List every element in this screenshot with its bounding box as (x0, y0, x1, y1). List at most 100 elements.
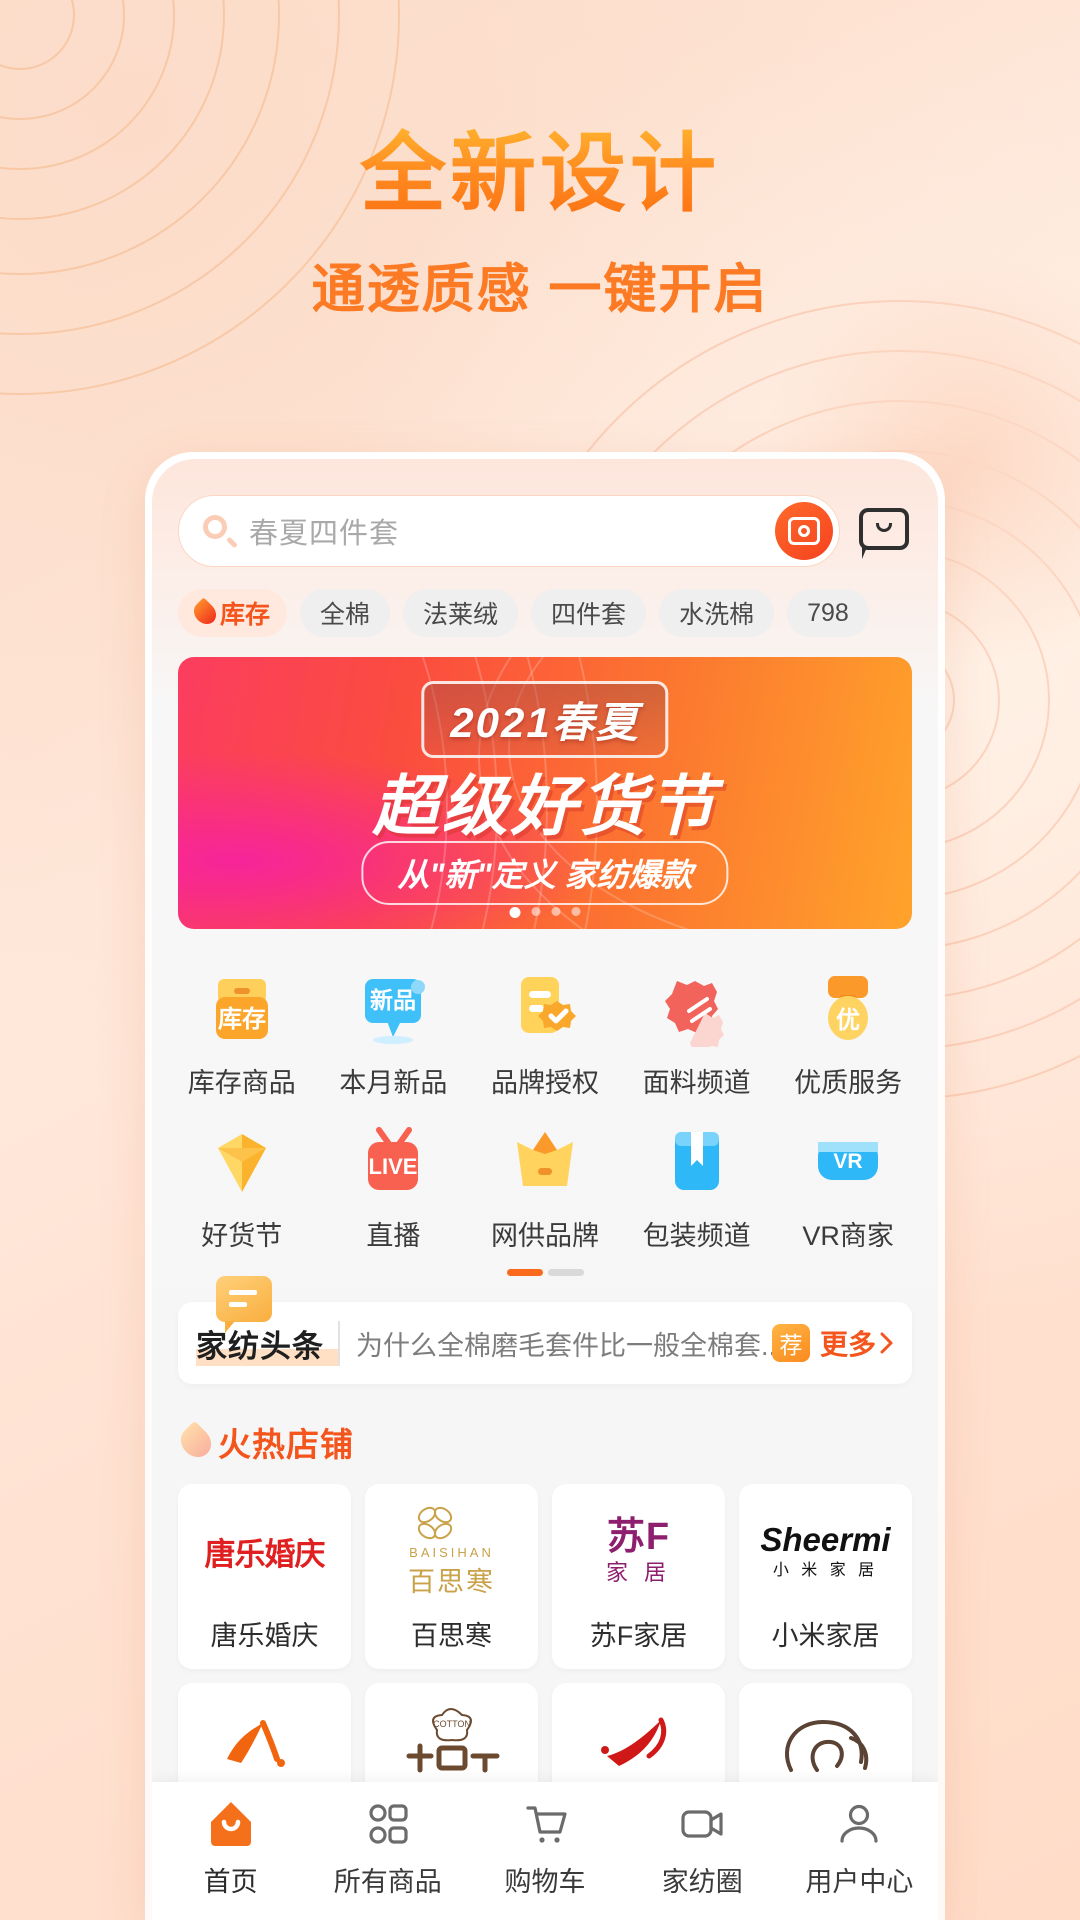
tab-shopping-cart[interactable]: 购物车 (466, 1798, 623, 1899)
app-screen: 春夏四件套 库存 全棉 法莱绒 四件套 水洗棉 798 2021春夏 超级好货节… (152, 459, 938, 1920)
category-vr-merchant[interactable]: VR VR商家 (772, 1110, 924, 1263)
svg-text:库存: 库存 (218, 1006, 266, 1033)
chip-stock[interactable]: 库存 (178, 589, 288, 637)
svg-text:新品: 新品 (370, 987, 416, 1013)
category-label: 直播 (366, 1221, 421, 1251)
category-brand-authorization[interactable]: 品牌授权 (469, 957, 621, 1110)
phone-mockup: 春夏四件套 库存 全棉 法莱绒 四件套 水洗棉 798 2021春夏 超级好货节… (145, 452, 945, 1920)
tab-label: 首页 (203, 1867, 258, 1897)
shop-logo-text: Sheermi (760, 1521, 891, 1558)
news-headline[interactable]: 为什么全棉磨毛套件比一般全棉套... (340, 1324, 772, 1363)
news-bar[interactable]: 家纺头条 为什么全棉磨毛套件比一般全棉套... 荐 更多 (178, 1276, 912, 1384)
live-tv-icon: LIVE (355, 1124, 431, 1200)
shop-logo: 苏F 家 居 (558, 1498, 719, 1604)
chevron-right-icon (880, 1332, 893, 1354)
category-label: 好货节 (201, 1221, 283, 1251)
shopping-cart-icon (519, 1798, 571, 1850)
tab-label: 家纺圈 (661, 1867, 743, 1897)
shop-logo-red (600, 1717, 666, 1766)
search-placeholder: 春夏四件套 (249, 518, 400, 550)
tab-label: 用户中心 (805, 1867, 914, 1897)
shop-card[interactable]: Sheermi 小 米 家 居 小米家居 (739, 1484, 912, 1669)
news-more-label: 更多 (819, 1329, 876, 1360)
camera-icon[interactable] (775, 502, 833, 560)
category-label: VR商家 (802, 1221, 894, 1251)
filter-chips: 库存 全棉 法莱绒 四件套 水洗棉 798 (152, 567, 938, 637)
tab-home[interactable]: 首页 (152, 1798, 309, 1899)
hot-shops-row-1: 唐乐婚庆 唐乐婚庆 BAISIHAN 百思寒 百思寒 苏F 家 居 苏F家居 S… (152, 1466, 938, 1669)
category-label: 品牌授权 (490, 1068, 599, 1098)
shop-logo-sub: 家 居 (605, 1560, 672, 1585)
tab-label: 购物车 (504, 1867, 586, 1897)
shop-logo: BAISIHAN 百思寒 (371, 1498, 532, 1604)
category-fabric-channel[interactable]: 面料频道 (621, 957, 773, 1110)
grid-apps-icon (362, 1798, 414, 1850)
shop-logo-text: 百思寒 (408, 1567, 495, 1597)
promo-headline: 全新设计 通透质感 一键开启 (0, 128, 1080, 323)
category-grid-row-2: 好货节 LIVE 直播 网供品牌 包装频道 VR VR商家 (166, 1110, 924, 1263)
chip-flannel[interactable]: 法莱绒 (403, 589, 519, 637)
gem-diamond-icon (204, 1124, 280, 1200)
banner-headline: 超级好货节 (372, 769, 718, 843)
news-recommend-badge: 荐 (771, 1324, 810, 1362)
video-camera-icon (676, 1798, 728, 1850)
shop-logo-brown (785, 1719, 869, 1772)
category-quality-service[interactable]: 优 优质服务 (772, 957, 924, 1110)
category-label: 面料频道 (642, 1068, 751, 1098)
chip-798[interactable]: 798 (787, 589, 869, 637)
shop-logo-cotton: COTTON (406, 1708, 499, 1773)
search-row: 春夏四件套 (152, 459, 938, 567)
shop-card[interactable]: BAISIHAN 百思寒 百思寒 (365, 1484, 538, 1669)
promo-banner[interactable]: 2021春夏 超级好货节 从"新"定义 家纺爆款 (178, 657, 912, 929)
quality-medal-icon: 优 (810, 971, 886, 1047)
category-label: 库存商品 (187, 1068, 296, 1098)
banner-dot[interactable] (551, 907, 561, 916)
svg-text:VR: VR (834, 1150, 863, 1173)
grid-page-indicator (166, 1269, 924, 1276)
shop-emblem-icon (417, 1506, 453, 1540)
search-input[interactable]: 春夏四件套 (178, 495, 840, 567)
banner-dots[interactable] (509, 907, 581, 918)
banner-dot[interactable] (531, 907, 541, 916)
shop-logo-text: 唐乐婚庆 (204, 1536, 326, 1572)
shop-logo-orange (226, 1720, 285, 1767)
news-more-button[interactable]: 更多 (820, 1323, 894, 1363)
category-web-supply-brand[interactable]: 网供品牌 (469, 1110, 621, 1263)
banner-dot[interactable] (509, 907, 521, 918)
chat-bubble-icon[interactable] (856, 503, 912, 559)
chip-washed-cotton[interactable]: 水洗棉 (659, 589, 775, 637)
tab-all-products[interactable]: 所有商品 (309, 1798, 466, 1899)
speech-flag-icon (216, 1276, 272, 1333)
shop-name: 小米家居 (771, 1621, 880, 1651)
shop-name: 苏F家居 (589, 1621, 688, 1651)
crown-icon (507, 1124, 583, 1200)
package-box-icon (659, 1124, 735, 1200)
banner-tagline: 从"新"定义 家纺爆款 (361, 841, 729, 905)
banner-badge: 2021春夏 (421, 681, 669, 758)
category-packaging-channel[interactable]: 包装频道 (621, 1110, 773, 1263)
news-title: 家纺头条 (196, 1320, 340, 1366)
shop-card[interactable]: 唐乐婚庆 唐乐婚庆 (178, 1484, 351, 1669)
shop-logo-text: 苏F (606, 1516, 671, 1558)
category-inventory-goods[interactable]: 库存 库存商品 (166, 957, 318, 1110)
svg-text:COTTON: COTTON (433, 1719, 471, 1729)
category-live[interactable]: LIVE 直播 (318, 1110, 470, 1263)
svg-text:LIVE: LIVE (369, 1154, 418, 1179)
home-icon (205, 1798, 257, 1850)
user-profile-icon (833, 1798, 885, 1850)
new-product-bubble-icon: 新品 (355, 971, 431, 1047)
tab-user-center[interactable]: 用户中心 (781, 1798, 938, 1899)
svg-text:优: 优 (836, 1006, 860, 1034)
shop-card[interactable]: 苏F 家 居 苏F家居 (552, 1484, 725, 1669)
category-new-this-month[interactable]: 新品 本月新品 (318, 957, 470, 1110)
search-icon (203, 514, 239, 549)
chip-fourpiece[interactable]: 四件套 (531, 589, 647, 637)
page-title: 全新设计 (0, 128, 1080, 221)
shop-logo-sub: BAISIHAN (409, 1545, 494, 1560)
fabric-swatch-icon (659, 971, 735, 1047)
chip-cotton[interactable]: 全棉 (300, 589, 391, 637)
banner-dot[interactable] (571, 907, 581, 916)
tab-textile-circle[interactable]: 家纺圈 (624, 1798, 781, 1899)
category-label: 包装频道 (642, 1221, 751, 1251)
category-goods-festival[interactable]: 好货节 (166, 1110, 318, 1263)
